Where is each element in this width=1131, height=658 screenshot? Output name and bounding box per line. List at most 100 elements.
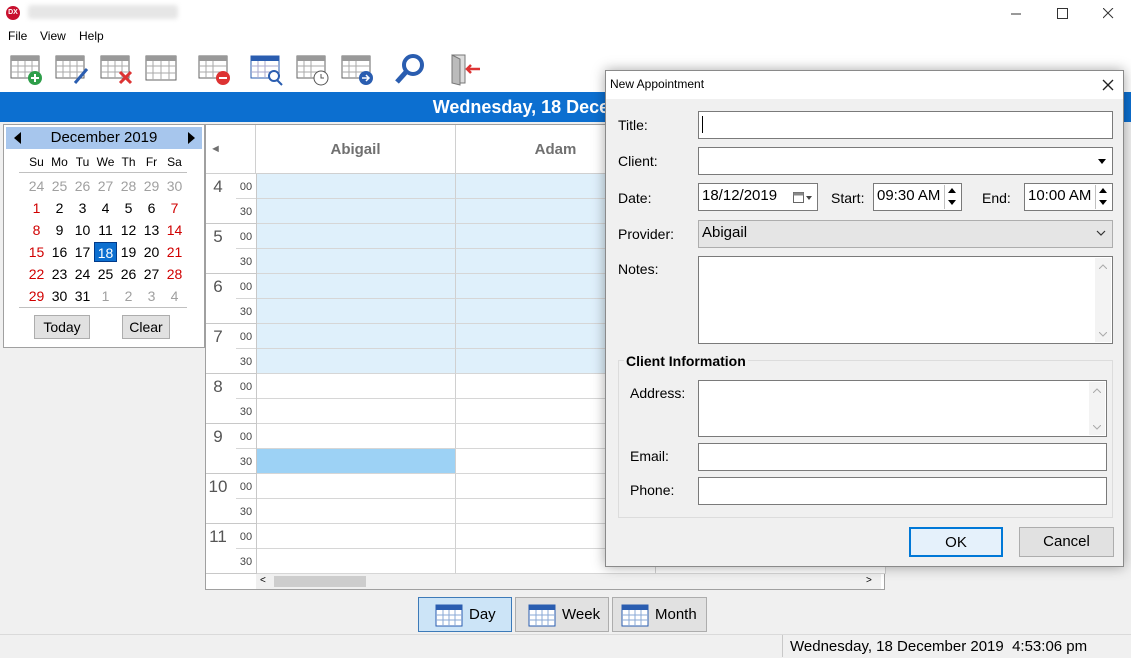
scroll-left-arrow-icon[interactable]: <	[260, 575, 266, 586]
phone-input[interactable]	[698, 477, 1107, 505]
time-slot[interactable]	[256, 224, 456, 249]
start-time-spinner[interactable]	[944, 185, 960, 209]
end-time-spinner[interactable]	[1095, 185, 1111, 209]
calendar-day[interactable]: 26	[71, 176, 94, 196]
time-slot[interactable]	[256, 399, 456, 424]
menu-file[interactable]: File	[8, 29, 27, 43]
calendar-day[interactable]: 4	[94, 198, 117, 218]
prev-month-icon[interactable]	[14, 132, 21, 144]
calendar-day[interactable]: 11	[94, 220, 117, 240]
time-slot[interactable]	[256, 374, 456, 399]
close-window-button[interactable]	[1085, 0, 1131, 26]
calendar-day[interactable]: 28	[117, 176, 140, 196]
calendar-day[interactable]: 29	[25, 286, 48, 306]
calendar-day[interactable]: 31	[71, 286, 94, 306]
menu-view[interactable]: View	[40, 29, 66, 43]
calendar-day[interactable]: 14	[163, 220, 186, 240]
calendar-day[interactable]: 15	[25, 242, 48, 262]
remove-appointment-icon[interactable]	[198, 52, 232, 86]
time-slot[interactable]	[256, 449, 456, 474]
client-combobox[interactable]	[698, 147, 1113, 175]
scrollbar-thumb[interactable]	[274, 576, 366, 587]
chevron-down-icon[interactable]	[1093, 425, 1101, 430]
cancel-button[interactable]: Cancel	[1019, 527, 1114, 557]
spin-down-icon[interactable]	[948, 200, 956, 205]
calendar-day[interactable]: 13	[140, 220, 163, 240]
delete-appointment-icon[interactable]	[100, 52, 134, 86]
calendar-day[interactable]: 6	[140, 198, 163, 218]
date-picker[interactable]: 18/12/2019	[698, 183, 818, 211]
calendar-day[interactable]: 21	[163, 242, 186, 262]
time-slot[interactable]	[256, 274, 456, 299]
minimize-button[interactable]	[993, 0, 1039, 26]
calendar-day[interactable]: 2	[48, 198, 71, 218]
calendar-day[interactable]: 2	[117, 286, 140, 306]
goto-icon[interactable]	[341, 52, 375, 86]
chevron-up-icon[interactable]	[1093, 388, 1101, 393]
new-appointment-icon[interactable]	[10, 52, 44, 86]
calendar-day[interactable]: 30	[48, 286, 71, 306]
calendar-day[interactable]: 4	[163, 286, 186, 306]
time-slot[interactable]	[256, 524, 456, 549]
time-icon[interactable]	[296, 52, 330, 86]
calendar-day[interactable]: 25	[94, 264, 117, 284]
time-slot[interactable]	[256, 174, 456, 199]
week-view-button[interactable]: Week	[515, 597, 609, 632]
calendar-day[interactable]: 12	[117, 220, 140, 240]
spin-down-icon[interactable]	[1099, 200, 1107, 205]
calendar-day[interactable]: 3	[71, 198, 94, 218]
ok-button[interactable]: OK	[909, 527, 1003, 557]
time-slot[interactable]	[256, 299, 456, 324]
calendar-day[interactable]: 10	[71, 220, 94, 240]
start-time-input[interactable]: 09:30 AM	[873, 183, 962, 211]
calendar-day[interactable]: 22	[25, 264, 48, 284]
time-slot[interactable]	[256, 349, 456, 374]
calendar-day[interactable]: 23	[48, 264, 71, 284]
time-slot[interactable]	[256, 424, 456, 449]
time-slot[interactable]	[256, 499, 456, 524]
calendar-day[interactable]: 27	[94, 176, 117, 196]
maximize-button[interactable]	[1039, 0, 1085, 26]
spin-up-icon[interactable]	[1099, 188, 1107, 193]
menu-help[interactable]: Help	[79, 29, 104, 43]
scroll-left-icon[interactable]: ◄	[206, 125, 256, 174]
calendar-day[interactable]: 29	[140, 176, 163, 196]
calendar-day[interactable]: 25	[48, 176, 71, 196]
time-slot[interactable]	[256, 324, 456, 349]
title-input[interactable]	[698, 111, 1113, 139]
clear-button[interactable]: Clear	[122, 315, 170, 339]
calendar-day[interactable]: 28	[163, 264, 186, 284]
address-textarea[interactable]	[698, 380, 1107, 437]
edit-appointment-icon[interactable]	[55, 52, 89, 86]
day-view-button[interactable]: Day	[418, 597, 512, 632]
today-button[interactable]: Today	[34, 315, 90, 339]
horizontal-scrollbar[interactable]: < >	[256, 574, 881, 589]
chevron-up-icon[interactable]	[1099, 264, 1107, 269]
chevron-down-icon[interactable]	[1099, 332, 1107, 337]
scroll-right-arrow-icon[interactable]: >	[866, 575, 872, 586]
provider-combobox[interactable]: Abigail	[698, 220, 1113, 248]
calendar-day[interactable]: 8	[25, 220, 48, 240]
calendar-day[interactable]: 24	[71, 264, 94, 284]
notes-scrollbar[interactable]	[1095, 258, 1111, 342]
next-month-icon[interactable]	[188, 132, 195, 144]
calendar-day[interactable]: 30	[163, 176, 186, 196]
calendar-day[interactable]: 16	[48, 242, 71, 262]
search-icon[interactable]	[394, 52, 428, 86]
calendar-day[interactable]: 1	[94, 286, 117, 306]
calendar-day[interactable]: 7	[163, 198, 186, 218]
calendar-day[interactable]: 24	[25, 176, 48, 196]
calendar-icon[interactable]	[145, 52, 179, 86]
time-slot[interactable]	[256, 474, 456, 499]
calendar-day[interactable]: 26	[117, 264, 140, 284]
calendar-day[interactable]: 1	[25, 198, 48, 218]
address-scrollbar[interactable]	[1089, 382, 1105, 435]
exit-icon[interactable]	[448, 52, 482, 86]
calendar-day[interactable]: 17	[71, 242, 94, 262]
calendar-day[interactable]: 9	[48, 220, 71, 240]
notes-textarea[interactable]	[698, 256, 1113, 344]
time-slot[interactable]	[256, 549, 456, 574]
month-view-button[interactable]: Month	[612, 597, 707, 632]
dialog-close-icon[interactable]	[1102, 79, 1114, 91]
end-time-input[interactable]: 10:00 AM	[1024, 183, 1113, 211]
